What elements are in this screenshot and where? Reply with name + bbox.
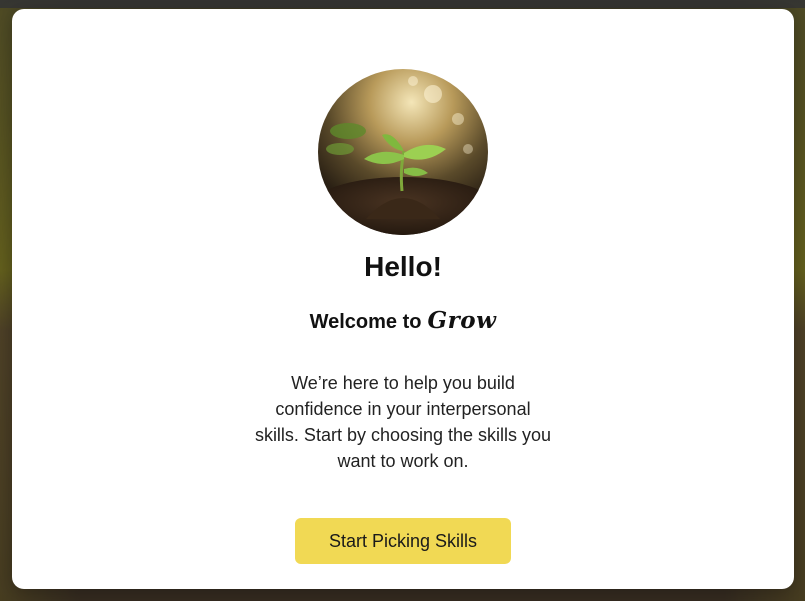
welcome-prefix: Welcome to — [309, 311, 422, 333]
intro-description: We’re here to help you build confidence … — [254, 373, 552, 471]
welcome-line: Welcome to Grow — [310, 307, 497, 334]
brand-logo: Grow — [427, 307, 497, 334]
modal-heading: Hello! — [364, 251, 442, 282]
start-picking-skills-button[interactable]: Start Picking Skills — [295, 518, 511, 564]
seedling-image — [318, 69, 488, 235]
welcome-modal: Hello! Welcome to Grow We’re here to hel… — [12, 9, 794, 589]
